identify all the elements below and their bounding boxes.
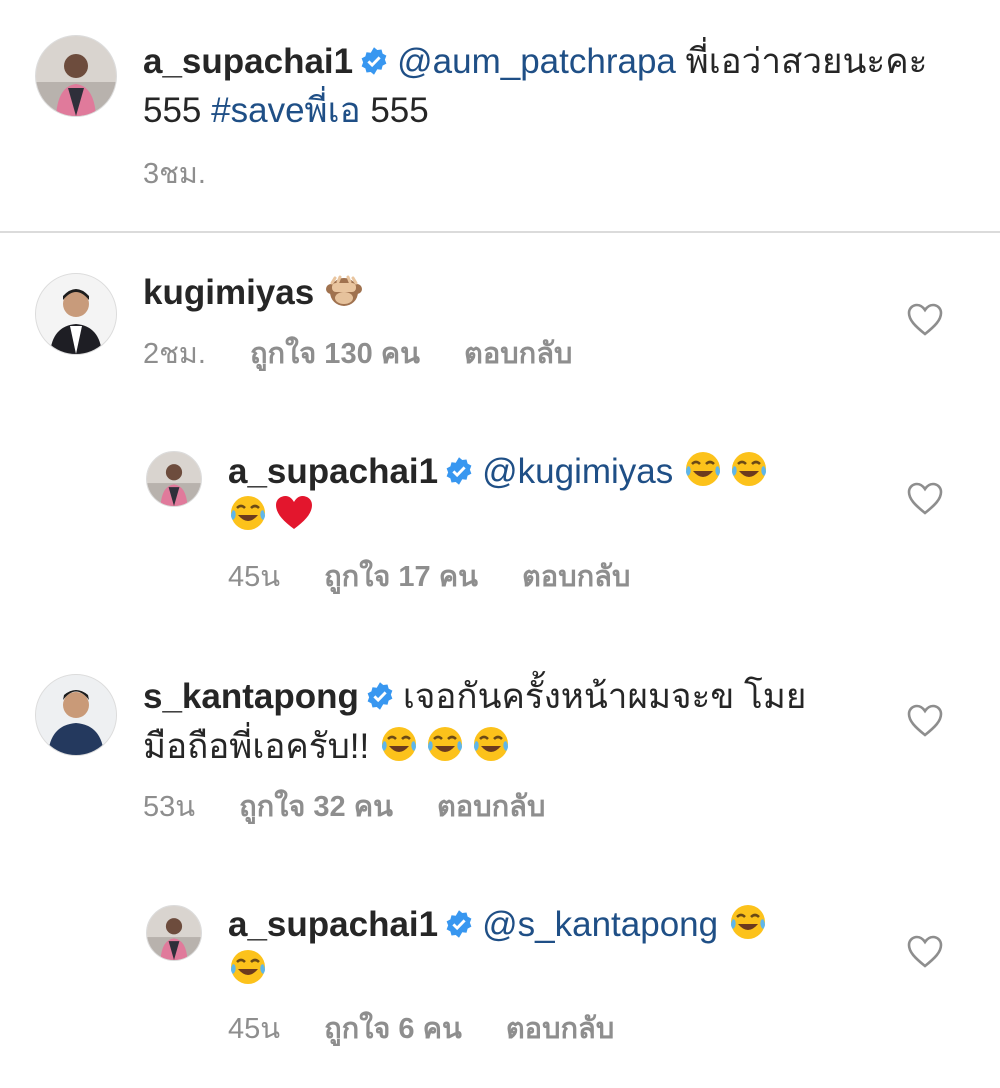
comment-4-username[interactable]: a_supachai1: [228, 905, 438, 944]
comment-2-line-1: a_supachai1 @kugimiyas: [228, 448, 775, 496]
comment-3-time: 53น: [143, 791, 196, 823]
face-with-tears-of-joy-icon: [683, 449, 723, 489]
divider: [0, 231, 1000, 233]
comment-2-time: 45น: [228, 561, 281, 593]
comment-1-like-heart-icon[interactable]: [907, 303, 943, 337]
avatar-a-supachai1-reply-1[interactable]: [146, 451, 202, 507]
verified-badge-icon: [365, 681, 395, 711]
see-no-evil-monkey-icon: [324, 270, 364, 310]
comment-3-line-1: s_kantapong เจอกันครั้งหน้าผมจะข โมย: [143, 673, 806, 721]
avatar-s-kantapong[interactable]: [35, 674, 117, 756]
comment-3-reply-button[interactable]: ตอบกลับ: [437, 791, 545, 823]
face-with-tears-of-joy-icon: [728, 902, 768, 942]
comment-2-like-heart-icon[interactable]: [907, 482, 943, 516]
face-with-tears-of-joy-icon: [471, 724, 511, 764]
comment-2-username[interactable]: a_supachai1: [228, 452, 438, 491]
comment-2-likes[interactable]: ถูกใจ 17 คน: [324, 561, 478, 593]
caption-line-2: 555 #saveพี่เอ 555: [143, 87, 429, 135]
face-with-tears-of-joy-icon: [228, 493, 268, 533]
comment-4-time: 45น: [228, 1013, 281, 1045]
avatar-kugimiyas[interactable]: [35, 273, 117, 355]
face-with-tears-of-joy-icon: [379, 724, 419, 764]
verified-badge-icon: [359, 46, 389, 76]
comment-4-line-1: a_supachai1 @s_kantapong: [228, 901, 774, 949]
comment-3-meta: 53น ถูกใจ 32 คน ตอบกลับ: [143, 789, 589, 825]
caption-mention[interactable]: @aum_patchrapa: [397, 42, 676, 81]
comment-1-time: 2ชม.: [143, 338, 206, 370]
comment-3-text-2: มือถือพี่เอครับ!!: [143, 727, 370, 766]
caption-username[interactable]: a_supachai1: [143, 42, 353, 81]
caption-line-1: a_supachai1 @aum_patchrapa พี่เอว่าสวยนะค…: [143, 38, 927, 86]
caption-meta: 3ชม.: [143, 156, 250, 192]
comment-4-reply-button[interactable]: ตอบกลับ: [506, 1013, 614, 1045]
avatar-a-supachai1[interactable]: [35, 35, 117, 117]
comment-1-reply-button[interactable]: ตอบกลับ: [464, 338, 572, 370]
comment-4-mention[interactable]: @s_kantapong: [482, 905, 718, 944]
caption-text-1: พี่เอว่าสวยนะคะ: [685, 42, 928, 81]
face-with-tears-of-joy-icon: [729, 449, 769, 489]
comment-1-line-1: kugimiyas: [143, 269, 370, 317]
comment-2-meta: 45น ถูกใจ 17 คน ตอบกลับ: [228, 559, 674, 595]
caption-hashtag[interactable]: #saveพี่เอ: [211, 91, 360, 130]
comment-2-reply-button[interactable]: ตอบกลับ: [522, 561, 630, 593]
red-heart-icon: [274, 493, 314, 533]
comment-4-line-2: [228, 946, 274, 994]
comment-4-like-heart-icon[interactable]: [907, 935, 943, 969]
comment-3-username[interactable]: s_kantapong: [143, 677, 359, 716]
comment-3-line-2: มือถือพี่เอครับ!!: [143, 723, 517, 771]
avatar-a-supachai1-reply-2[interactable]: [146, 905, 202, 961]
caption-time: 3ชม.: [143, 158, 206, 190]
comment-2-mention[interactable]: @kugimiyas: [482, 452, 673, 491]
face-with-tears-of-joy-icon: [425, 724, 465, 764]
comment-1-username[interactable]: kugimiyas: [143, 273, 314, 312]
comment-3-text-1: เจอกันครั้งหน้าผมจะข โมย: [402, 677, 807, 716]
comment-3-likes[interactable]: ถูกใจ 32 คน: [239, 791, 393, 823]
comment-1-likes[interactable]: ถูกใจ 130 คน: [250, 338, 420, 370]
comment-4-likes[interactable]: ถูกใจ 6 คน: [324, 1013, 462, 1045]
caption-text-2-post: 555: [370, 91, 429, 130]
verified-badge-icon: [444, 456, 474, 486]
comment-2-line-2: [228, 492, 320, 540]
comment-1-meta: 2ชม. ถูกใจ 130 คน ตอบกลับ: [143, 336, 616, 372]
comment-4-meta: 45น ถูกใจ 6 คน ตอบกลับ: [228, 1011, 658, 1047]
caption-text-2-pre: 555: [143, 91, 202, 130]
face-with-tears-of-joy-icon: [228, 947, 268, 987]
verified-badge-icon: [444, 909, 474, 939]
comment-3-like-heart-icon[interactable]: [907, 704, 943, 738]
